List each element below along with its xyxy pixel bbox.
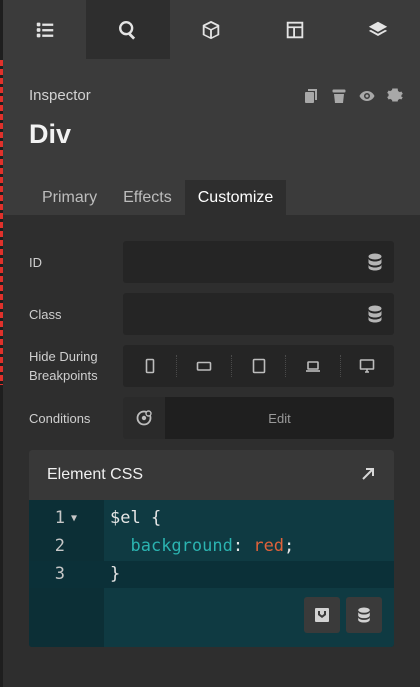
hide-breakpoints-row: Hide During Breakpoints bbox=[29, 345, 394, 387]
arrow-up-right-icon bbox=[362, 468, 374, 480]
tab-primary[interactable]: Primary bbox=[29, 180, 110, 215]
code-token: : bbox=[232, 536, 254, 556]
list-icon bbox=[36, 22, 53, 37]
line-number: 3 bbox=[54, 564, 65, 584]
dynamic-data-code-button[interactable] bbox=[346, 597, 382, 633]
customize-panel: ID Class Hide During Breakpoints Conditi… bbox=[3, 215, 420, 687]
breakpoint-desktop[interactable] bbox=[341, 355, 394, 377]
element-css-title: Element CSS bbox=[47, 466, 144, 483]
search-icon bbox=[119, 20, 136, 40]
code-token: red bbox=[253, 536, 285, 556]
fold-toggle[interactable]: ▼ bbox=[71, 505, 77, 532]
copy-button[interactable] bbox=[302, 87, 320, 105]
conditions-icon bbox=[136, 410, 152, 426]
dynamic-data-button[interactable] bbox=[368, 305, 384, 323]
line-number: 2 bbox=[54, 536, 65, 556]
code-actions bbox=[304, 597, 382, 633]
edit-conditions-button[interactable]: Edit bbox=[165, 397, 394, 439]
conditions-button[interactable] bbox=[123, 397, 165, 439]
header-actions bbox=[302, 87, 404, 105]
code-line[interactable]: 1 ▼ $el { bbox=[29, 505, 394, 532]
code-text: } bbox=[110, 561, 120, 588]
expand-editor-button[interactable] bbox=[360, 466, 376, 482]
layers-icon bbox=[369, 21, 388, 36]
conditions-label: Conditions bbox=[29, 411, 91, 426]
cube-icon bbox=[203, 20, 220, 39]
conditions-row: Conditions Edit bbox=[29, 397, 394, 439]
hide-label-line1: Hide During bbox=[29, 349, 98, 364]
breakpoint-laptop[interactable] bbox=[286, 355, 341, 377]
desktop-icon bbox=[360, 359, 375, 373]
database-icon bbox=[368, 253, 382, 271]
insert-snippet-button[interactable] bbox=[304, 597, 340, 633]
snippet-icon bbox=[315, 608, 329, 622]
hide-label-line2: Breakpoints bbox=[29, 368, 98, 383]
tablet-icon bbox=[252, 358, 265, 374]
phone-landscape-icon bbox=[196, 361, 212, 371]
code-text: background: red; bbox=[110, 533, 294, 560]
code-token: background bbox=[130, 536, 233, 556]
copy-icon bbox=[305, 89, 317, 103]
breakpoint-tablet[interactable] bbox=[232, 355, 287, 377]
line-number: 1 bbox=[54, 508, 65, 528]
id-row: ID bbox=[29, 241, 394, 283]
database-icon bbox=[358, 607, 370, 623]
class-label: Class bbox=[29, 307, 62, 322]
code-line[interactable]: 2 background: red; bbox=[29, 533, 394, 560]
code-token: } bbox=[110, 564, 121, 584]
class-input[interactable] bbox=[123, 293, 394, 335]
element-css-panel: Element CSS 1 ▼ $el {2 background: red; 3} bbox=[29, 450, 394, 647]
code-token: ; bbox=[284, 536, 295, 556]
tab-layers[interactable] bbox=[337, 0, 420, 59]
breakpoint-phone-landscape[interactable] bbox=[177, 355, 232, 377]
css-code-editor[interactable]: 1 ▼ $el {2 background: red; 3} bbox=[29, 500, 394, 647]
element-css-header: Element CSS bbox=[29, 450, 394, 500]
eye-icon bbox=[359, 91, 375, 101]
hide-breakpoints-label: Hide During Breakpoints bbox=[29, 347, 98, 385]
tab-components[interactable] bbox=[170, 0, 253, 59]
class-row: Class bbox=[29, 293, 394, 335]
inspector-header: Inspector Div Primary Effects Customize bbox=[3, 59, 420, 215]
laptop-icon bbox=[305, 361, 320, 372]
tab-effects[interactable]: Effects bbox=[110, 180, 185, 215]
delete-button[interactable] bbox=[330, 87, 348, 105]
breakpoint-phone[interactable] bbox=[123, 355, 178, 377]
tab-templates[interactable] bbox=[253, 0, 336, 59]
layout-icon bbox=[286, 21, 304, 38]
element-title: Div bbox=[29, 119, 72, 149]
breakpoint-toggle-group bbox=[123, 345, 394, 387]
inspector-tabs: Primary Effects Customize bbox=[29, 180, 287, 215]
tab-customize[interactable]: Customize bbox=[184, 180, 287, 215]
code-text: $el { bbox=[110, 505, 161, 532]
gear-icon bbox=[387, 88, 403, 102]
inspector-label: Inspector bbox=[29, 87, 91, 104]
tab-inspector[interactable] bbox=[86, 0, 170, 59]
code-token: $el { bbox=[110, 508, 162, 528]
dynamic-data-button[interactable] bbox=[368, 253, 384, 271]
settings-button[interactable] bbox=[386, 87, 404, 105]
id-input[interactable] bbox=[123, 241, 394, 283]
phone-icon bbox=[145, 358, 155, 374]
visibility-button[interactable] bbox=[358, 87, 376, 105]
trash-icon bbox=[332, 89, 346, 103]
code-line[interactable]: 3} bbox=[29, 561, 394, 588]
id-label: ID bbox=[29, 255, 42, 270]
top-toolbar bbox=[3, 0, 420, 59]
tab-structure[interactable] bbox=[3, 0, 86, 59]
database-icon bbox=[368, 305, 382, 323]
